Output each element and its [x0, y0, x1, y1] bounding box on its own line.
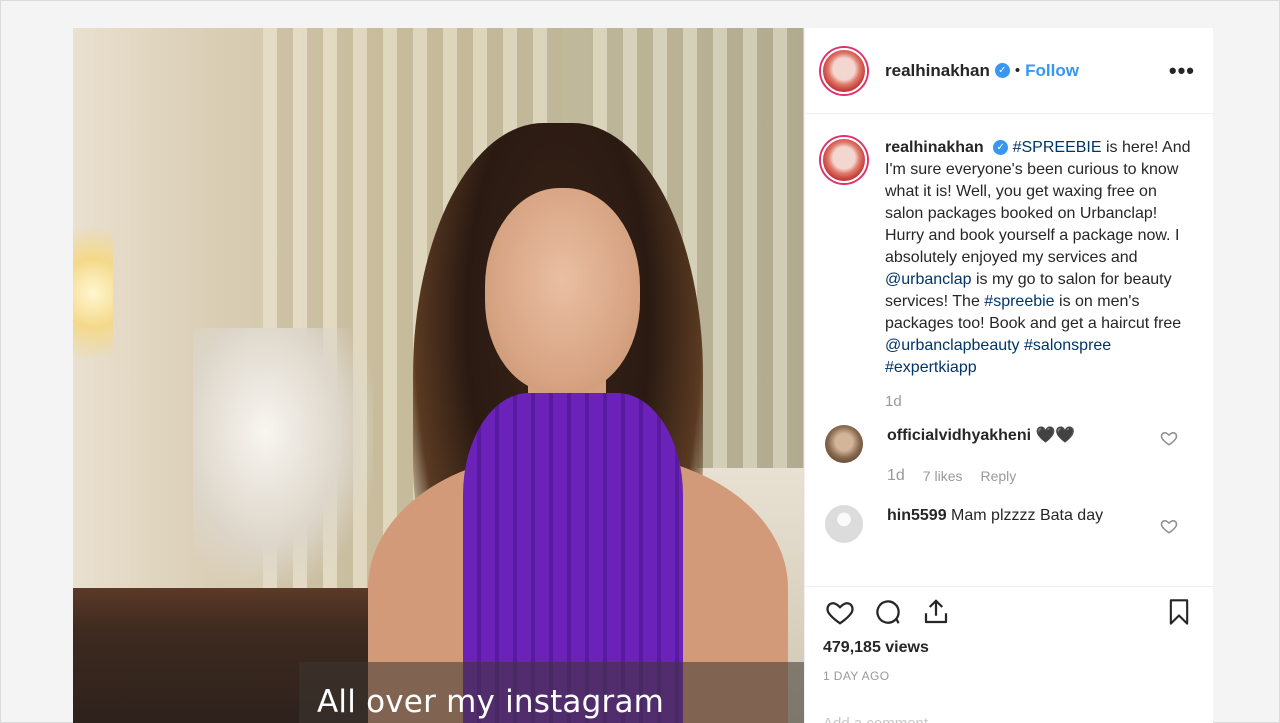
comment-item: hin5599 Mam plzzzz Bata day — [805, 505, 1214, 543]
post-side-panel: realhinakhan ✓ • Follow ••• realhinakhan… — [804, 28, 1214, 723]
comment-likes[interactable]: 7 likes — [923, 465, 963, 487]
caption-author-avatar[interactable] — [821, 137, 867, 183]
comment-time[interactable]: 1d — [887, 465, 905, 487]
share-button[interactable] — [919, 595, 953, 629]
bookmark-icon — [1169, 599, 1189, 625]
video-subtitle: All over my instagram — [317, 684, 665, 720]
post-video[interactable]: All over my instagram — [73, 28, 804, 723]
add-comment-input[interactable]: Add a comment... — [823, 715, 941, 723]
comment-username[interactable]: officialvidhyakheni — [887, 427, 1031, 444]
share-icon — [924, 599, 948, 624]
comment-button[interactable] — [871, 595, 905, 629]
comment-like-heart-icon[interactable] — [1160, 517, 1178, 535]
caption-text: #SPREEBIE is here! And I'm sure everyone… — [885, 139, 1191, 376]
caption-time[interactable]: 1d — [885, 391, 1195, 413]
video-person — [353, 123, 793, 723]
reply-button[interactable]: Reply — [980, 465, 1016, 487]
action-icons — [823, 589, 1196, 635]
caption-hashtag-link[interactable]: @urbanclap — [885, 271, 972, 288]
more-options-icon[interactable]: ••• — [1169, 58, 1195, 84]
post-actions: 479,185 views 1 DAY AGO Add a comment... — [805, 586, 1214, 723]
caption-body: realhinakhan ✓ #SPREEBIE is here! And I'… — [885, 137, 1195, 413]
comment-like-heart-icon[interactable] — [1160, 429, 1178, 447]
decor-figurine — [193, 328, 373, 588]
comment-text: Mam plzzzz Bata day — [951, 507, 1104, 524]
face — [485, 188, 640, 393]
author-avatar[interactable] — [821, 47, 867, 94]
comment-body: officialvidhyakheni 🖤🖤 1d 7 likes Reply — [887, 425, 1075, 487]
post-caption: realhinakhan ✓ #SPREEBIE is here! And I'… — [805, 115, 1214, 413]
comment-body: hin5599 Mam plzzzz Bata day — [887, 505, 1103, 543]
commenter-avatar[interactable] — [825, 505, 863, 543]
author-username[interactable]: realhinakhan — [885, 61, 990, 81]
caption-hashtag-link[interactable]: @urbanclapbeauty — [885, 337, 1020, 354]
comment-item: officialvidhyakheni 🖤🖤 1d 7 likes Reply — [805, 425, 1214, 487]
screenshot-frame: All over my instagram realhinakhan ✓ • F… — [0, 0, 1280, 723]
follow-button[interactable]: Follow — [1025, 61, 1079, 81]
verified-badge-icon: ✓ — [994, 63, 1010, 78]
view-count[interactable]: 479,185 views — [823, 639, 1196, 657]
comment-username[interactable]: hin5599 — [887, 507, 947, 524]
heart-icon — [826, 602, 854, 625]
caption-hashtag-link[interactable]: #expertkiapp — [885, 359, 977, 376]
comment-meta: 1d 7 likes Reply — [887, 465, 1075, 487]
save-button[interactable] — [1162, 595, 1196, 629]
lamp-light — [73, 228, 113, 358]
like-button[interactable] — [823, 595, 857, 629]
comments-section[interactable]: realhinakhan ✓ #SPREEBIE is here! And I'… — [805, 115, 1214, 585]
verified-badge-icon: ✓ — [993, 140, 1009, 156]
post-header: realhinakhan ✓ • Follow ••• — [805, 28, 1213, 114]
comment-icon — [876, 600, 900, 624]
comment-text: 🖤🖤 — [1035, 427, 1076, 444]
post-date[interactable]: 1 DAY AGO — [823, 669, 1196, 683]
caption-username[interactable]: realhinakhan — [885, 139, 984, 156]
separator-dot: • — [1014, 62, 1021, 79]
caption-hashtag-link[interactable]: #SPREEBIE — [1013, 139, 1102, 156]
caption-hashtag-link[interactable]: #spreebie — [984, 293, 1054, 310]
commenter-avatar[interactable] — [825, 425, 863, 463]
caption-text-segment: is here! And I'm sure everyone's been cu… — [885, 139, 1191, 266]
caption-hashtag-link[interactable]: #salonspree — [1024, 337, 1111, 354]
